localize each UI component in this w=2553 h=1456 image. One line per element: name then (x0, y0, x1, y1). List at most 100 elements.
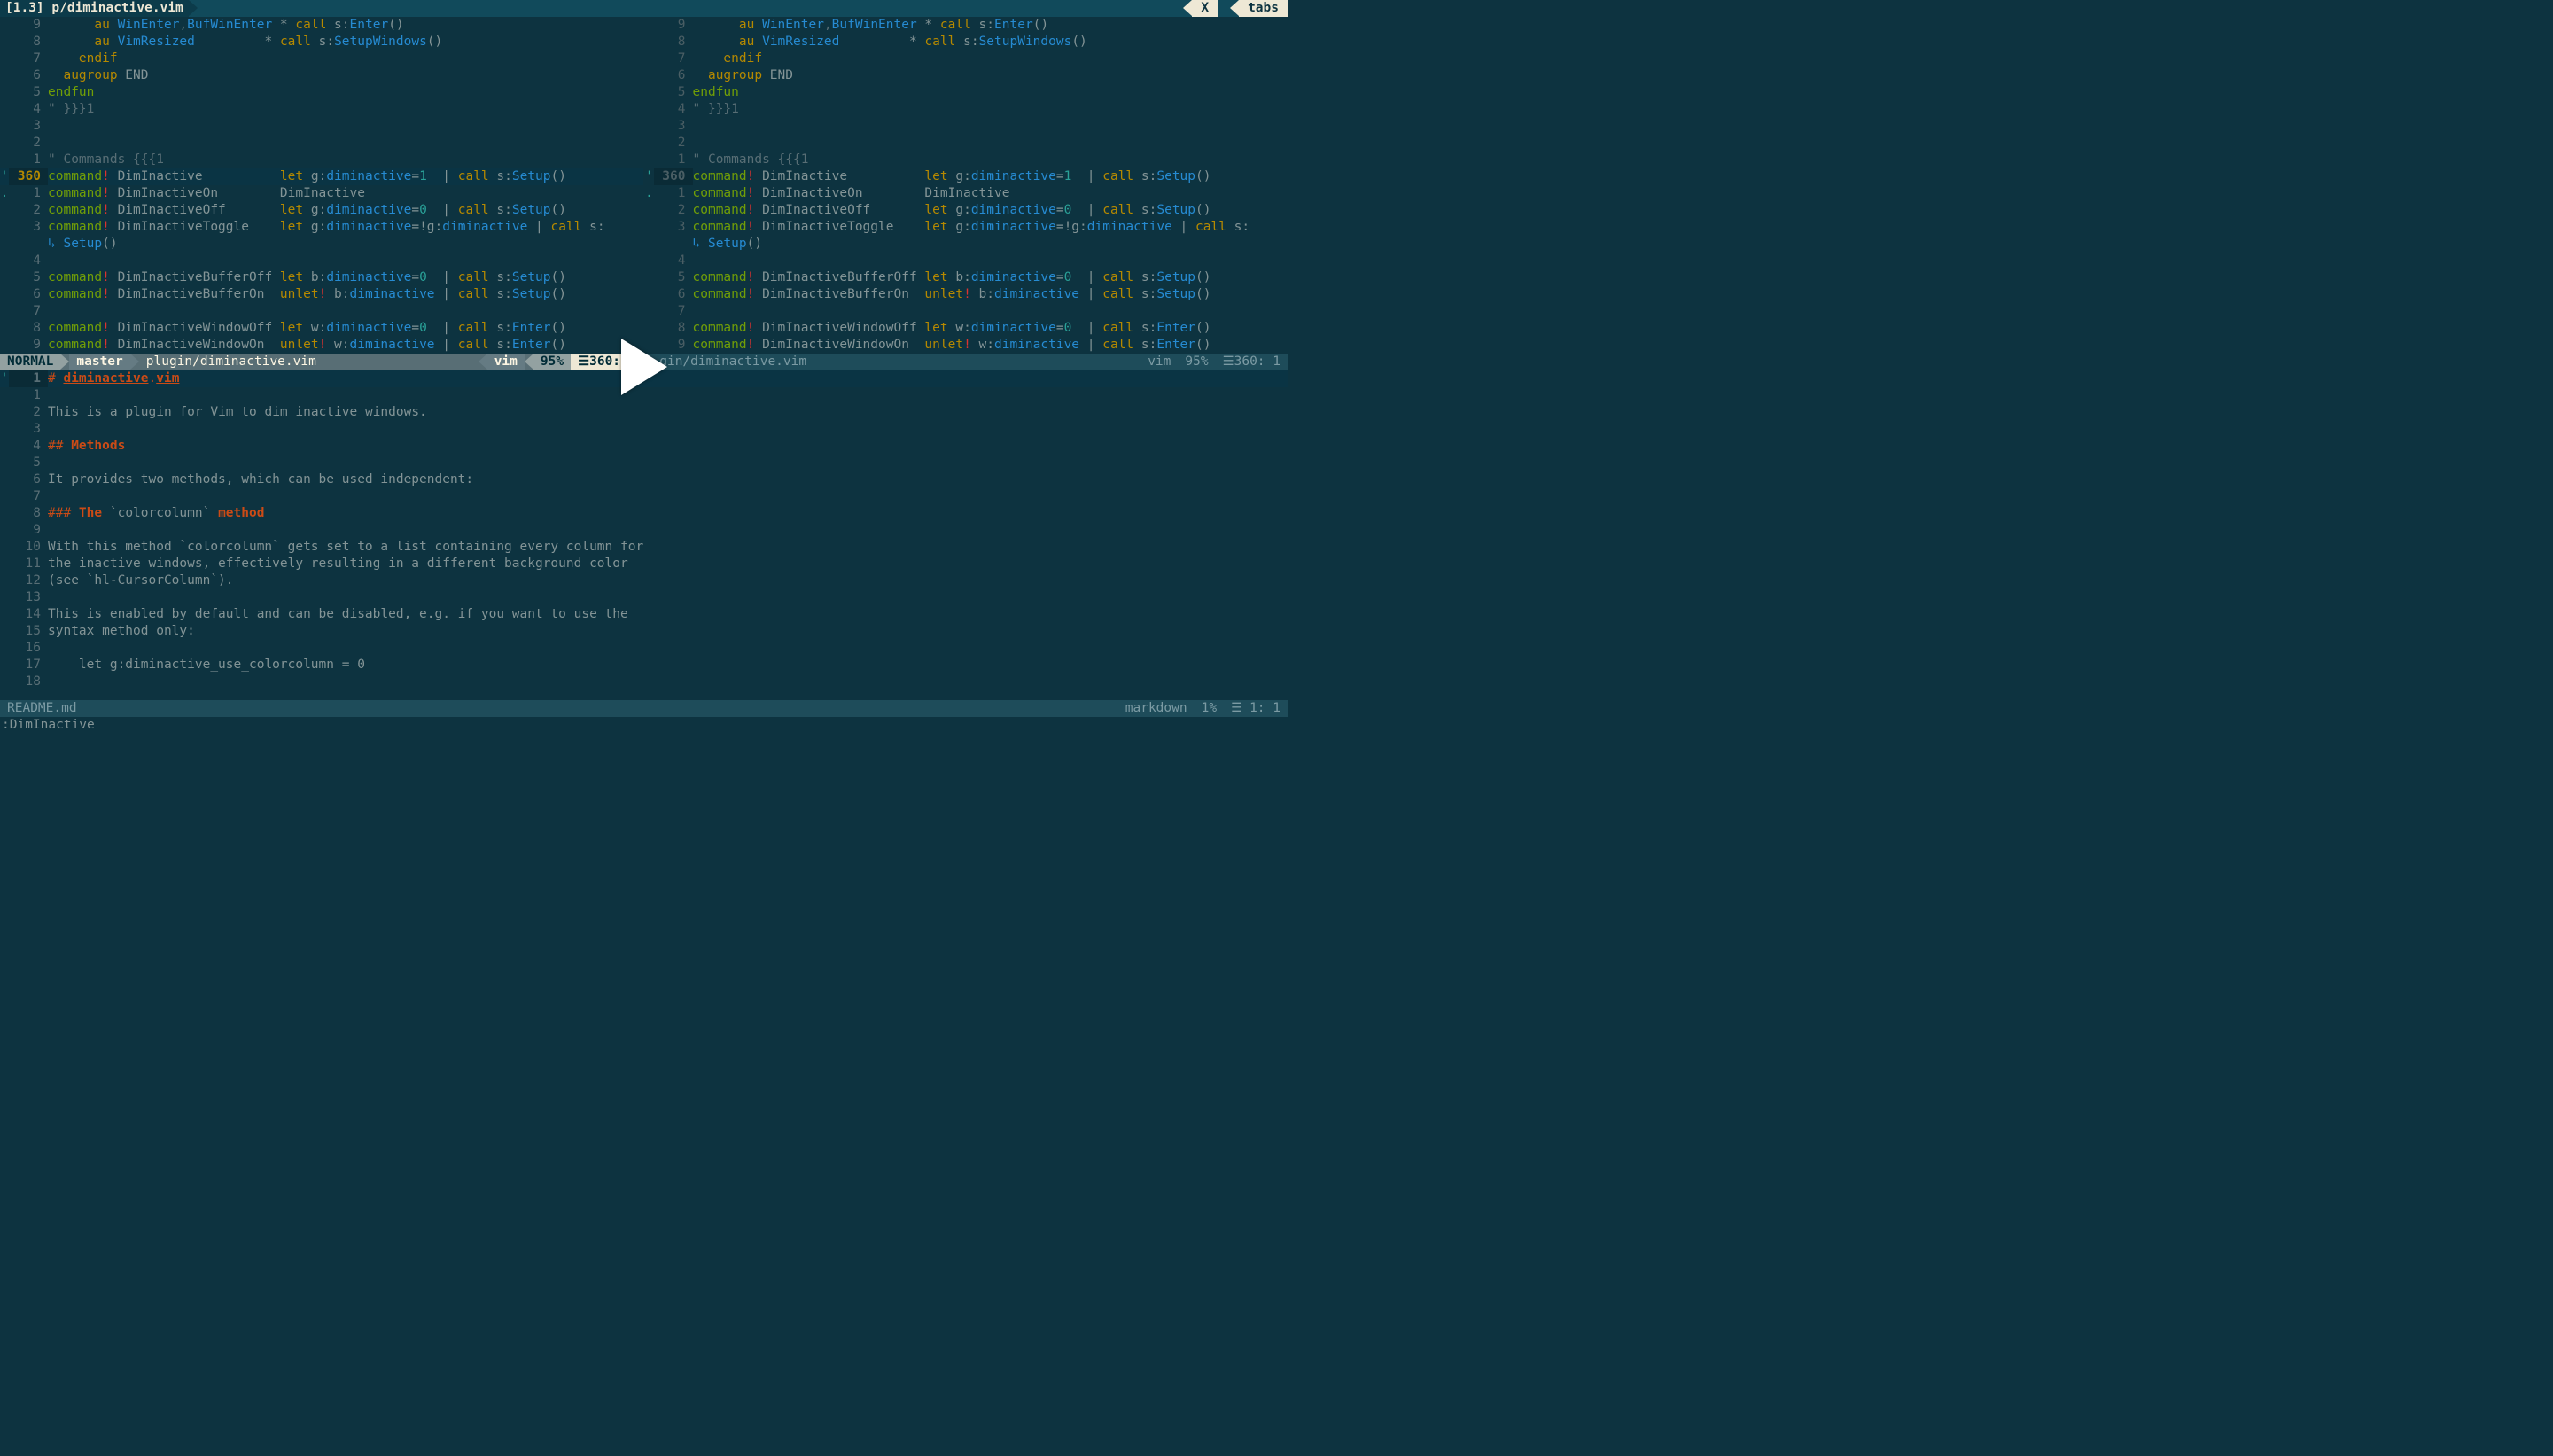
code-line[interactable]: 5 (0, 455, 1288, 471)
editor-pane-right[interactable]: 9 au WinEnter,BufWinEnter * call s:Enter… (645, 17, 1288, 370)
code-line[interactable]: 6command! DimInactiveBufferOn unlet! b:d… (0, 286, 643, 303)
code-line[interactable]: 3 (0, 118, 643, 135)
code-line[interactable]: 3command! DimInactiveToggle let g:dimina… (645, 219, 1288, 236)
code-line[interactable]: 17 let g:diminactive_use_colorcolumn = 0 (0, 657, 1288, 673)
code-line[interactable]: 18 (0, 673, 1288, 690)
code-line[interactable]: .1command! DimInactiveOn DimInactive (645, 185, 1288, 202)
code-line[interactable]: 2 (0, 135, 643, 152)
sign-column: ' (0, 370, 9, 387)
line-number: 1 (654, 152, 693, 168)
code-line[interactable]: 6 augroup END (0, 67, 643, 84)
tabs-button[interactable]: tabs (1239, 0, 1288, 17)
sign-column: . (0, 185, 9, 202)
sign-column: ' (645, 168, 654, 185)
code-text: command! DimInactiveOn DimInactive (48, 185, 643, 202)
line-number: 1 (9, 152, 48, 168)
status-position-icon: ☰ (1224, 700, 1249, 717)
code-line[interactable]: ↳ Setup() (0, 236, 643, 253)
readme-pane[interactable]: '1# diminactive.vim12This is a plugin fo… (0, 370, 1288, 700)
code-line[interactable]: 5endfun (645, 84, 1288, 101)
code-line[interactable]: 5command! DimInactiveBufferOff let b:dim… (645, 269, 1288, 286)
code-line[interactable]: ↳ Setup() (645, 236, 1288, 253)
code-line[interactable]: 4" }}}1 (0, 101, 643, 118)
code-line[interactable]: 7 endif (0, 51, 643, 67)
code-line[interactable]: 8 au VimResized * call s:SetupWindows() (645, 34, 1288, 51)
code-line[interactable]: 8### The `colorcolumn` method (0, 505, 1288, 522)
code-line[interactable]: '1# diminactive.vim (0, 370, 1288, 387)
code-line[interactable]: .1command! DimInactiveOn DimInactive (0, 185, 643, 202)
code-line[interactable]: 12(see `hl-CursorColumn`). (0, 572, 1288, 589)
code-line[interactable]: 7 endif (645, 51, 1288, 67)
line-number: 1 (9, 370, 48, 387)
code-text: command! DimInactive let g:diminactive=1… (48, 168, 643, 185)
code-line[interactable]: 1 (0, 387, 1288, 404)
tab-close-button[interactable]: X (1192, 0, 1218, 17)
tabline-spacer (198, 0, 1184, 17)
sign-column: . (645, 185, 654, 202)
code-line[interactable]: 2command! DimInactiveOff let g:diminacti… (645, 202, 1288, 219)
code-line[interactable]: 9 au WinEnter,BufWinEnter * call s:Enter… (645, 17, 1288, 34)
line-number: 1 (654, 185, 693, 202)
code-line[interactable]: 4## Methods (0, 438, 1288, 455)
sign-column (0, 253, 9, 269)
code-text: This is enabled by default and can be di… (48, 606, 1288, 623)
code-line[interactable]: 4 (645, 253, 1288, 269)
code-line[interactable]: 9 (0, 522, 1288, 539)
code-line[interactable]: 11the inactive windows, effectively resu… (0, 556, 1288, 572)
code-line[interactable]: 7 (645, 303, 1288, 320)
code-line[interactable]: 7 (0, 488, 1288, 505)
status-mode: NORMAL (0, 354, 60, 370)
code-line[interactable]: 8 au VimResized * call s:SetupWindows() (0, 34, 643, 51)
code-text: " }}}1 (48, 101, 643, 118)
tab-active[interactable]: [1.3] p/diminactive.vim (0, 0, 189, 17)
code-line[interactable]: 1" Commands {{{1 (645, 152, 1288, 168)
chevron-right-icon (130, 354, 139, 370)
code-line[interactable]: 1" Commands {{{1 (0, 152, 643, 168)
code-line[interactable]: 9 au WinEnter,BufWinEnter * call s:Enter… (0, 17, 643, 34)
code-line[interactable]: 10With this method `colorcolumn` gets se… (0, 539, 1288, 556)
code-line[interactable]: 3 (0, 421, 1288, 438)
editor-pane-left[interactable]: 9 au WinEnter,BufWinEnter * call s:Enter… (0, 17, 643, 370)
code-text: endfun (693, 84, 1288, 101)
code-line[interactable]: '360command! DimInactive let g:diminacti… (645, 168, 1288, 185)
code-line[interactable]: 6It provides two methods, which can be u… (0, 471, 1288, 488)
code-line[interactable]: 2command! DimInactiveOff let g:diminacti… (0, 202, 643, 219)
code-line[interactable]: 2 (645, 135, 1288, 152)
code-line[interactable]: 13 (0, 589, 1288, 606)
code-line[interactable]: 7 (0, 303, 643, 320)
code-line[interactable]: 5endfun (0, 84, 643, 101)
code-line[interactable]: 6 augroup END (645, 67, 1288, 84)
code-line[interactable]: 9command! DimInactiveWindowOn unlet! w:d… (0, 337, 643, 354)
code-line[interactable]: 2This is a plugin for Vim to dim inactiv… (0, 404, 1288, 421)
sign-column (645, 118, 654, 135)
code-line[interactable]: 3 (645, 118, 1288, 135)
code-text (48, 589, 1288, 606)
code-line[interactable]: 16 (0, 640, 1288, 657)
code-line[interactable]: 8command! DimInactiveWindowOff let w:dim… (645, 320, 1288, 337)
code-line[interactable]: 15syntax method only: (0, 623, 1288, 640)
code-text: command! DimInactiveToggle let g:diminac… (693, 219, 1288, 236)
code-line[interactable]: 4" }}}1 (645, 101, 1288, 118)
code-line[interactable]: '360command! DimInactive let g:diminacti… (0, 168, 643, 185)
sign-column (0, 404, 9, 421)
code-line[interactable]: 14This is enabled by default and can be … (0, 606, 1288, 623)
sign-column (0, 438, 9, 455)
line-number: 9 (9, 337, 48, 354)
code-line[interactable]: 9command! DimInactiveWindowOn unlet! w:d… (645, 337, 1288, 354)
code-text: au WinEnter,BufWinEnter * call s:Enter() (693, 17, 1288, 34)
code-line[interactable]: 5command! DimInactiveBufferOff let b:dim… (0, 269, 643, 286)
code-line[interactable]: 4 (0, 253, 643, 269)
code-text: augroup END (48, 67, 643, 84)
line-number: 8 (654, 34, 693, 51)
line-number: 7 (654, 303, 693, 320)
code-text (48, 421, 1288, 438)
sign-column (0, 673, 9, 690)
code-line[interactable]: 6command! DimInactiveBufferOn unlet! b:d… (645, 286, 1288, 303)
line-number: 7 (9, 488, 48, 505)
sign-column (0, 286, 9, 303)
command-line[interactable]: :DimInactive (0, 717, 1288, 734)
code-text: ↳ Setup() (48, 236, 643, 253)
code-line[interactable]: 3command! DimInactiveToggle let g:dimina… (0, 219, 643, 236)
code-text: command! DimInactiveOff let g:diminactiv… (48, 202, 643, 219)
code-line[interactable]: 8command! DimInactiveWindowOff let w:dim… (0, 320, 643, 337)
